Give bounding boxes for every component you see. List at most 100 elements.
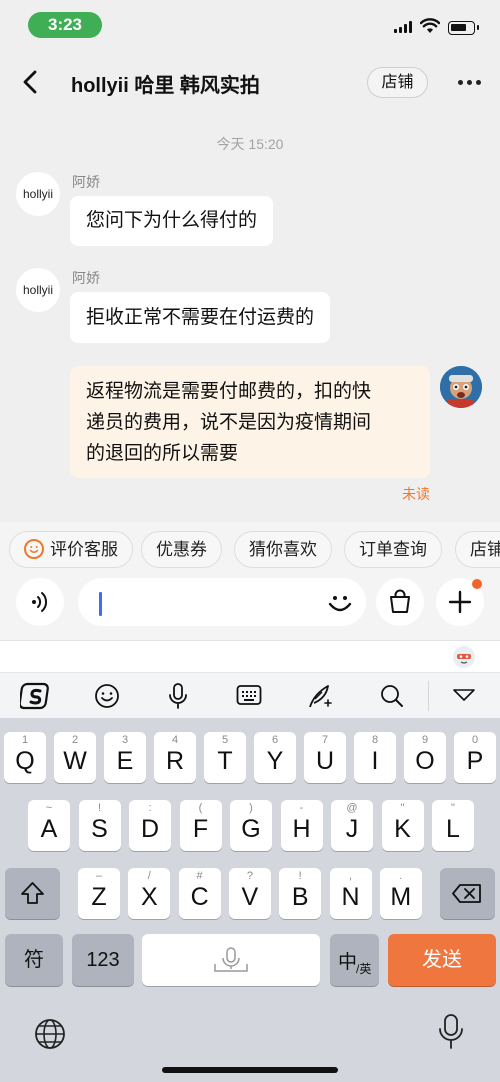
- key-r[interactable]: 4R: [154, 732, 196, 783]
- my-message-bubble[interactable]: 返程物流是需要付邮费的，扣的快 递员的费用，说不是因为疫情期间 的退回的所以需要: [70, 366, 430, 478]
- key-letter: E: [116, 747, 134, 775]
- key-p[interactable]: 0P: [454, 732, 496, 783]
- key-secondary-char: :: [148, 802, 152, 814]
- quick-reply-bar: 评价客服 优惠券 猜你喜欢 订单查询 店铺: [0, 522, 500, 578]
- key-y[interactable]: 6Y: [254, 732, 296, 783]
- key-e[interactable]: 3E: [104, 732, 146, 783]
- microphone-icon[interactable]: [166, 682, 190, 710]
- key-secondary-char: -: [299, 802, 304, 814]
- backspace-key[interactable]: [440, 868, 495, 919]
- chip-store[interactable]: 店铺: [455, 531, 500, 568]
- my-avatar[interactable]: [440, 366, 482, 408]
- key-letter: U: [315, 747, 335, 775]
- key-s[interactable]: ! S: [78, 800, 121, 851]
- language-switch-key[interactable]: 中 /英: [330, 934, 379, 986]
- key-secondary-char: .: [399, 870, 403, 882]
- seller-avatar[interactable]: hollyii: [16, 172, 60, 216]
- key-secondary-char: 8: [371, 734, 379, 746]
- send-key[interactable]: 发送: [388, 934, 496, 986]
- key-v[interactable]: ? V: [228, 868, 271, 919]
- text-cursor: [99, 592, 102, 616]
- message-line: 的退回的所以需要: [86, 443, 239, 464]
- products-button[interactable]: [376, 578, 424, 626]
- search-icon[interactable]: [379, 683, 405, 709]
- wifi-icon: [420, 18, 440, 33]
- voice-input-button[interactable]: [16, 578, 64, 626]
- key-o[interactable]: 9O: [404, 732, 446, 783]
- key-d[interactable]: :D: [129, 800, 171, 851]
- key-c[interactable]: # C: [178, 868, 221, 919]
- key-secondary-char: 3: [121, 734, 129, 746]
- message-bubble[interactable]: 您问下为什么得付的: [70, 196, 274, 246]
- key-j[interactable]: @ J: [331, 800, 373, 851]
- battery-icon: [448, 21, 479, 35]
- key-secondary-char: ,: [348, 870, 353, 882]
- keyboard-icon[interactable]: [236, 684, 262, 706]
- key-x[interactable]: / X: [128, 868, 171, 919]
- key-secondary-char: 2: [71, 734, 79, 746]
- language-main: 中: [338, 952, 358, 973]
- message-line: 返程物流是需要付邮费的，扣的快: [86, 381, 372, 402]
- key-letter: J: [345, 815, 359, 843]
- handwriting-quill-icon[interactable]: [306, 682, 334, 710]
- seller-avatar[interactable]: hollyii: [16, 268, 60, 312]
- key-secondary-char: #: [196, 870, 203, 882]
- key-letter: B: [291, 883, 309, 911]
- smile-icon: [24, 539, 44, 559]
- store-button[interactable]: 店铺: [367, 67, 428, 98]
- key-letter: S: [91, 815, 108, 843]
- key-letter: C: [190, 883, 209, 911]
- symbols-key[interactable]: 符: [5, 934, 63, 986]
- chip-coupons[interactable]: 优惠券: [141, 531, 222, 568]
- emoji-icon[interactable]: [325, 588, 355, 618]
- key-a[interactable]: ~ A: [28, 800, 70, 851]
- key-w[interactable]: 2W: [54, 732, 96, 783]
- key-t[interactable]: 5T: [204, 732, 246, 783]
- key-secondary-char: (: [198, 802, 203, 814]
- chat-header: hollyii 哈里 韩风实拍 店铺: [0, 50, 500, 112]
- shift-arrow-icon: [21, 882, 44, 904]
- key-letter: P: [466, 747, 484, 775]
- key-l[interactable]: " L: [432, 800, 474, 851]
- message-input[interactable]: [78, 578, 366, 626]
- key-h[interactable]: -H: [280, 800, 323, 851]
- key-n[interactable]: ,N: [329, 868, 372, 919]
- sogou-logo-icon[interactable]: [20, 680, 52, 712]
- dictation-mic-icon[interactable]: [436, 1012, 466, 1052]
- key-k[interactable]: " K: [381, 800, 424, 851]
- message-line: 递员的费用，说不是因为疫情期间: [86, 412, 372, 433]
- key-letter: Q: [15, 747, 35, 775]
- toolbar-divider: [428, 681, 429, 711]
- keyboard-mascot-icon[interactable]: [452, 645, 476, 669]
- key-secondary-char: !: [97, 802, 102, 814]
- key-letter: H: [292, 815, 311, 843]
- chip-recommendations[interactable]: 猜你喜欢: [234, 531, 332, 568]
- key-m[interactable]: .M: [379, 868, 422, 919]
- key-g[interactable]: ) G: [230, 800, 272, 851]
- shift-key[interactable]: [5, 868, 60, 919]
- message-bubble[interactable]: 拒收正常不需要在付运费的: [70, 292, 331, 343]
- backspace-icon: [452, 884, 481, 903]
- language-sub: /英: [356, 962, 372, 976]
- numbers-key[interactable]: 123: [72, 934, 134, 986]
- key-f[interactable]: (F: [179, 800, 222, 851]
- key-secondary-char: ": [451, 802, 455, 814]
- key-b[interactable]: ! B: [279, 868, 322, 919]
- chip-order-query[interactable]: 订单查询: [344, 531, 442, 568]
- key-letter: L: [446, 815, 460, 843]
- back-arrow-icon[interactable]: [18, 68, 44, 96]
- key-u[interactable]: 7U: [304, 732, 346, 783]
- key-z[interactable]: – Z: [78, 868, 120, 919]
- space-key[interactable]: [142, 934, 320, 986]
- emoji-icon[interactable]: [94, 683, 120, 709]
- key-secondary-char: !: [298, 870, 302, 882]
- chip-rate-service[interactable]: 评价客服: [9, 531, 133, 568]
- globe-icon[interactable]: [32, 1016, 68, 1052]
- key-secondary-char: @: [346, 802, 358, 814]
- key-q[interactable]: 1Q: [4, 732, 46, 783]
- more-options-icon[interactable]: [458, 80, 482, 86]
- key-i[interactable]: 8I: [354, 732, 396, 783]
- chat-title: hollyii 哈里 韩风实拍: [71, 75, 260, 97]
- collapse-keyboard-icon[interactable]: [452, 687, 476, 703]
- unread-status: 未读: [402, 486, 430, 502]
